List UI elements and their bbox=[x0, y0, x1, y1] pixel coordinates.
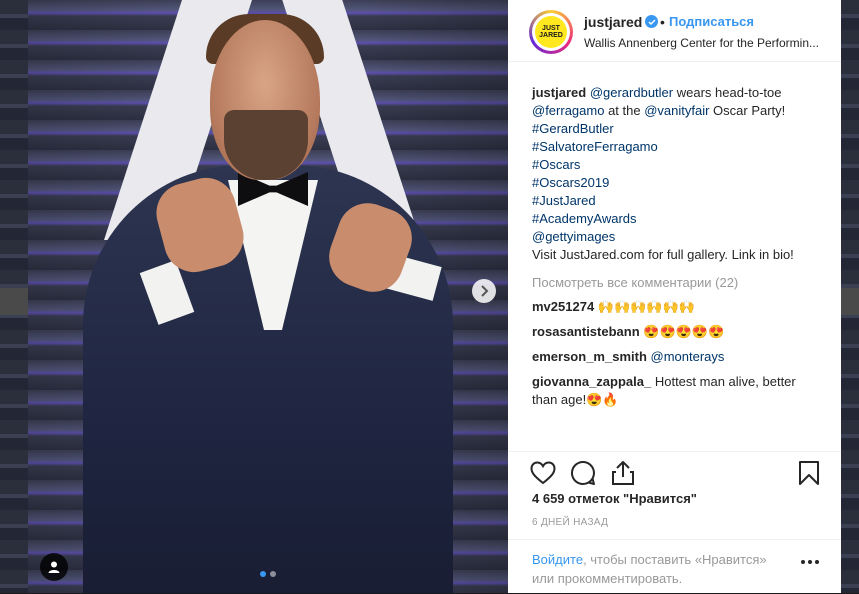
caption-mention[interactable]: @gerardbutler bbox=[590, 85, 673, 100]
post-photo[interactable] bbox=[28, 0, 508, 593]
carousel-dot bbox=[260, 571, 266, 577]
comment-username[interactable]: rosasantistebann bbox=[532, 324, 640, 339]
share-icon bbox=[612, 461, 634, 485]
post-side-panel: JUST JARED justjared • Подписаться Walli… bbox=[508, 0, 841, 593]
caption-credit[interactable]: @gettyimages bbox=[532, 228, 822, 246]
comment-username[interactable]: emerson_m_smith bbox=[532, 349, 647, 364]
comment-mention[interactable]: @monterays bbox=[651, 349, 725, 364]
comment-button[interactable] bbox=[570, 460, 596, 486]
comment-username[interactable]: mv251274 bbox=[532, 299, 594, 314]
login-link[interactable]: Войдите bbox=[532, 552, 583, 567]
comment-item: giovanna_zappala_ Hottest man alive, bet… bbox=[532, 373, 822, 409]
like-button[interactable] bbox=[530, 460, 556, 486]
user-tag-icon bbox=[48, 561, 60, 573]
bookmark-icon bbox=[799, 461, 819, 485]
post-author-username[interactable]: justjared bbox=[584, 14, 642, 30]
caption-hashtag[interactable]: #SalvatoreFerragamo bbox=[532, 138, 822, 156]
comment-icon bbox=[571, 460, 595, 485]
avatar[interactable]: JUST JARED bbox=[529, 10, 573, 54]
chevron-right-icon bbox=[481, 285, 489, 297]
comment-item: mv251274 🙌🙌🙌🙌🙌🙌 bbox=[532, 298, 822, 316]
backdrop-band-left bbox=[0, 288, 28, 315]
caption-closing: Visit JustJared.com for full gallery. Li… bbox=[532, 247, 794, 262]
verified-badge-icon bbox=[645, 15, 658, 28]
caption-mention[interactable]: @ferragamo bbox=[532, 103, 604, 118]
caption-hashtag[interactable]: #AcademyAwards bbox=[532, 210, 822, 228]
follow-button[interactable]: Подписаться bbox=[669, 14, 754, 29]
user-tag-button[interactable] bbox=[40, 553, 68, 581]
caption-username[interactable]: justjared bbox=[532, 85, 586, 100]
post-actions-bar bbox=[508, 451, 841, 492]
likes-count[interactable]: 4 659 отметок "Нравится" bbox=[532, 491, 697, 506]
save-button[interactable] bbox=[796, 460, 822, 486]
carousel-next-button[interactable] bbox=[472, 279, 496, 303]
caption-hashtag[interactable]: #Oscars bbox=[532, 156, 822, 174]
comments-section: justjared @gerardbutler wears head-to-to… bbox=[532, 84, 822, 416]
caption-text: wears head-to-toe bbox=[673, 85, 782, 100]
comment-text: 🙌🙌🙌🙌🙌🙌 bbox=[597, 299, 695, 314]
share-button[interactable] bbox=[610, 460, 636, 486]
post-caption: justjared @gerardbutler wears head-to-to… bbox=[532, 84, 822, 264]
view-all-comments-link[interactable]: Посмотреть все комментарии (22) bbox=[532, 274, 822, 292]
justjared-logo: JUST JARED bbox=[535, 16, 567, 48]
post-location[interactable]: Wallis Annenberg Center for the Performi… bbox=[584, 36, 820, 50]
comment-username[interactable]: giovanna_zappala_ bbox=[532, 374, 651, 389]
caption-hashtag[interactable]: #JustJared bbox=[532, 192, 822, 210]
caption-hashtag[interactable]: #Oscars2019 bbox=[532, 174, 822, 192]
post-timestamp[interactable]: 6 ДНЕЙ НАЗАД bbox=[532, 517, 608, 528]
login-prompt: Войдите, чтобы поставить «Нравится» или … bbox=[508, 539, 841, 594]
carousel-dot bbox=[270, 571, 276, 577]
caption-hashtag[interactable]: #GerardButler bbox=[532, 120, 822, 138]
login-prompt-text: Войдите, чтобы поставить «Нравится» или … bbox=[532, 550, 792, 588]
backdrop-band-right bbox=[841, 288, 859, 315]
caption-text: at the bbox=[604, 103, 645, 118]
caption-mention[interactable]: @vanityfair bbox=[644, 103, 709, 118]
caption-text: Oscar Party! bbox=[709, 103, 786, 118]
more-options-icon[interactable] bbox=[801, 560, 821, 566]
comment-item: rosasantistebann 😍😍😍😍😍 bbox=[532, 323, 822, 341]
carousel-indicator bbox=[260, 571, 276, 577]
comment-text: 😍😍😍😍😍 bbox=[643, 324, 725, 339]
comment-item: emerson_m_smith @monterays bbox=[532, 348, 822, 366]
header-separator: • bbox=[660, 14, 665, 30]
heart-icon bbox=[530, 461, 556, 485]
post-header: JUST JARED justjared • Подписаться Walli… bbox=[508, 0, 841, 62]
